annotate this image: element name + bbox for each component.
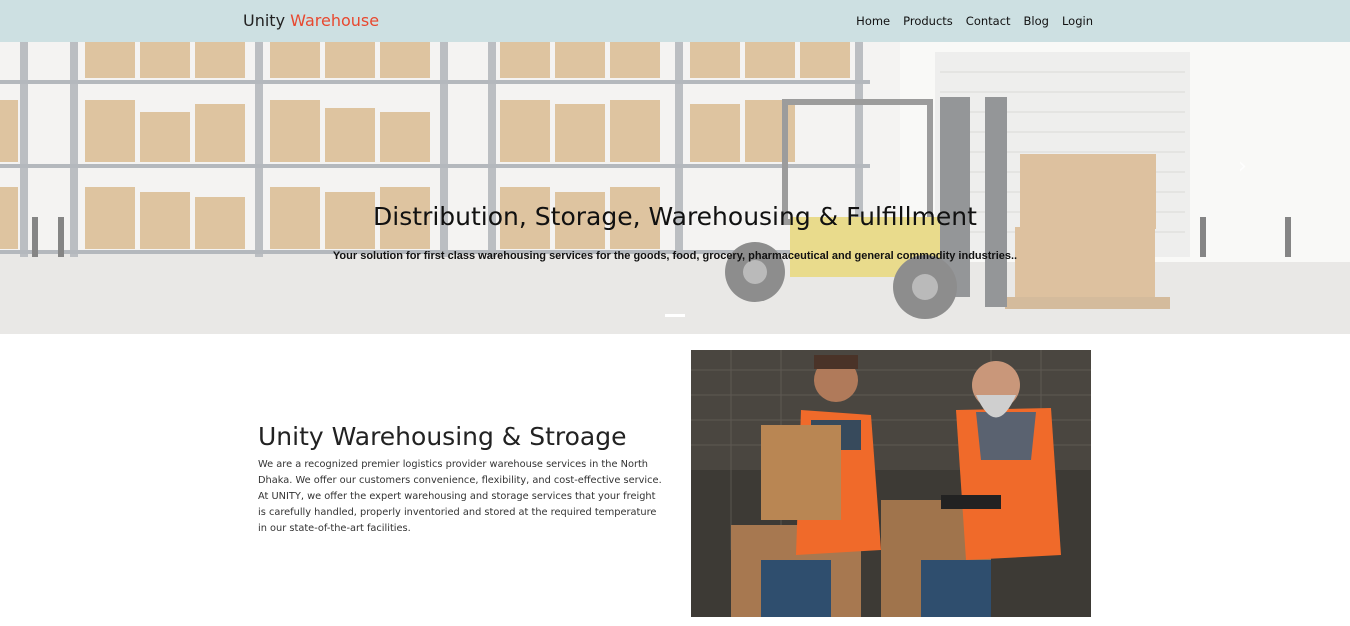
about-title: Unity Warehousing & Stroage: [258, 422, 627, 451]
hero-subtitle: Your solution for first class warehousin…: [332, 250, 1018, 262]
nav-link-home[interactable]: Home: [856, 14, 890, 28]
workers-image: [691, 350, 1091, 617]
brand-main: Unity: [243, 11, 286, 30]
navbar: Unity Warehouse Home Products Contact Bl…: [0, 0, 1350, 42]
workers-photo: [691, 350, 1091, 617]
carousel-indicator-active[interactable]: [665, 314, 685, 317]
nav-link-products[interactable]: Products: [903, 14, 953, 28]
nav-link-blog[interactable]: Blog: [1024, 14, 1049, 28]
nav-link-login[interactable]: Login: [1062, 14, 1093, 28]
about-section: Unity Warehousing & Stroage We are a rec…: [258, 422, 663, 537]
brand-logo[interactable]: Unity Warehouse: [243, 11, 379, 30]
brand-accent: Warehouse: [290, 11, 380, 30]
hero-carousel: Distribution, Storage, Warehousing & Ful…: [0, 42, 1350, 334]
hero-overlay: [0, 42, 1350, 334]
hero-title: Distribution, Storage, Warehousing & Ful…: [373, 202, 977, 231]
about-description: We are a recognized premier logistics pr…: [258, 459, 662, 534]
nav-links: Home Products Contact Blog Login: [856, 14, 1093, 28]
chevron-right-icon[interactable]: ›: [1238, 154, 1247, 179]
nav-link-contact[interactable]: Contact: [966, 14, 1011, 28]
